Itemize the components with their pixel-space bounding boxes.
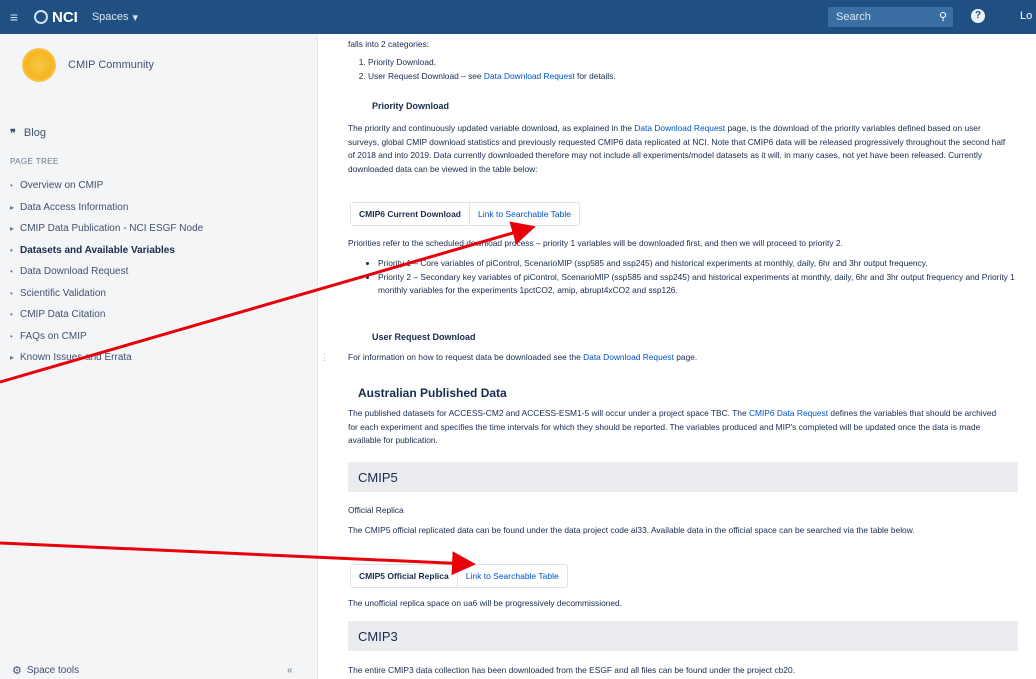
cmip3-section-heading: CMIP3 bbox=[348, 621, 1018, 651]
tree-item-known-issues[interactable]: ▸ Known Issues and Errata bbox=[10, 347, 203, 369]
priorities-paragraph: Priorities refer to the scheduled downlo… bbox=[348, 238, 843, 248]
sidebar: CMIP Community ❞ Blog PAGE TREE • Overvie… bbox=[0, 34, 318, 679]
list-item-text: Priority Download. bbox=[368, 57, 436, 67]
space-header[interactable]: CMIP Community bbox=[22, 48, 154, 82]
cmip5-replica-box: CMIP5 Official Replica Link to Searchabl… bbox=[350, 564, 568, 588]
tree-item-label: FAQs on CMIP bbox=[20, 330, 87, 342]
cmip5-paragraph: The CMIP5 official replicated data can b… bbox=[348, 525, 915, 535]
app-switcher-icon[interactable]: ≡ bbox=[0, 0, 28, 34]
official-replica-label: Official Replica bbox=[348, 505, 404, 515]
search-box[interactable]: ⚲ bbox=[828, 7, 953, 27]
cmip6-download-box: CMIP6 Current Download Link to Searchabl… bbox=[350, 202, 580, 226]
chevron-right-icon[interactable]: ▸ bbox=[10, 224, 20, 233]
cmip6-box-label: CMIP6 Current Download bbox=[351, 203, 471, 225]
priority-paragraph: The priority and continuously updated va… bbox=[348, 122, 1008, 176]
collapse-sidebar-icon[interactable]: « bbox=[287, 665, 293, 676]
cmip6-searchable-table-link[interactable]: Link to Searchable Table bbox=[470, 203, 579, 225]
bullet-icon: • bbox=[10, 245, 13, 255]
list-item-text: User Request Download – see bbox=[368, 70, 484, 81]
list-item: Priority 1 – Core variables of piControl… bbox=[378, 257, 1018, 271]
paragraph-text: page. bbox=[673, 352, 698, 362]
cmip6-data-request-link[interactable]: CMIP6 Data Request bbox=[749, 408, 828, 418]
tree-item-datasets[interactable]: • Datasets and Available Variables bbox=[10, 240, 203, 262]
bullet-icon: • bbox=[10, 288, 13, 298]
spaces-menu[interactable]: Spaces ▾ bbox=[92, 11, 138, 24]
cmip5-searchable-table-link[interactable]: Link to Searchable Table bbox=[458, 565, 567, 587]
help-icon[interactable]: ? bbox=[971, 9, 985, 23]
tree-item-data-publication[interactable]: ▸ CMIP Data Publication - NCI ESGF Node bbox=[10, 218, 203, 240]
tree-item-label: Datasets and Available Variables bbox=[20, 244, 175, 256]
list-item: Priority Download. bbox=[368, 56, 616, 70]
chevron-right-icon[interactable]: ▸ bbox=[10, 203, 20, 212]
paragraph-text: For information on how to request data b… bbox=[348, 352, 584, 362]
tree-item-download-request[interactable]: • Data Download Request bbox=[10, 261, 203, 283]
section-heading-text: CMIP3 bbox=[358, 628, 398, 644]
tree-item-label: CMIP Data Citation bbox=[20, 309, 106, 321]
chevron-right-icon[interactable]: ▸ bbox=[10, 353, 20, 362]
user-request-heading: User Request Download bbox=[372, 332, 476, 342]
cmip3-paragraph: The entire CMIP3 data collection has bee… bbox=[348, 665, 795, 675]
data-download-request-link[interactable]: Data Download Request bbox=[484, 71, 575, 81]
list-item-text: for details. bbox=[574, 70, 616, 81]
page-tree: • Overview on CMIP ▸ Data Access Informati… bbox=[10, 175, 203, 369]
search-input[interactable] bbox=[828, 10, 938, 24]
priority-bullet-list: Priority 1 – Core variables of piControl… bbox=[348, 257, 1018, 298]
australian-data-paragraph: The published datasets for ACCESS-CM2 an… bbox=[348, 407, 1008, 448]
data-download-request-link[interactable]: Data Download Request bbox=[634, 123, 725, 133]
data-download-request-link[interactable]: Data Download Request bbox=[583, 352, 674, 362]
paragraph-text: The published datasets for ACCESS-CM2 an… bbox=[348, 408, 749, 418]
bullet-icon: • bbox=[10, 267, 13, 277]
tree-item-overview[interactable]: • Overview on CMIP bbox=[10, 175, 203, 197]
tree-item-label: Known Issues and Errata bbox=[20, 352, 132, 364]
tree-item-scientific-validation[interactable]: • Scientific Validation bbox=[10, 283, 203, 305]
cmip5-box-label: CMIP5 Official Replica bbox=[351, 565, 458, 587]
list-item: User Request Download – see Data Downloa… bbox=[368, 70, 616, 84]
space-tools-button[interactable]: ⚙ Space tools bbox=[12, 664, 79, 677]
user-request-paragraph: For information on how to request data b… bbox=[348, 351, 697, 365]
top-navigation-bar: ≡ NCI Spaces ▾ ⚲ ? Lo bbox=[0, 0, 1036, 34]
sidebar-resize-handle[interactable]: ⋮ bbox=[320, 352, 329, 363]
australian-data-heading: Australian Published Data bbox=[358, 386, 507, 400]
tree-item-label: Overview on CMIP bbox=[20, 180, 104, 192]
logo-icon bbox=[34, 10, 48, 24]
blog-quote-icon: ❞ bbox=[10, 128, 16, 140]
tree-item-label: Data Access Information bbox=[20, 201, 129, 213]
logo-text: NCI bbox=[52, 8, 78, 26]
cmip5-section-heading: CMIP5 bbox=[348, 462, 1018, 492]
space-name[interactable]: CMIP Community bbox=[68, 59, 154, 71]
unofficial-replica-paragraph: The unofficial replica space on ua6 will… bbox=[348, 598, 623, 608]
search-icon[interactable]: ⚲ bbox=[939, 10, 947, 23]
list-item: Priority 2 – Secondary key variables of … bbox=[378, 271, 1018, 298]
section-heading-text: CMIP5 bbox=[358, 469, 398, 485]
page-tree-heading: PAGE TREE bbox=[10, 157, 59, 166]
bullet-icon: • bbox=[10, 310, 13, 320]
blog-link[interactable]: ❞ Blog bbox=[10, 127, 46, 140]
priority-download-heading: Priority Download bbox=[372, 101, 450, 111]
space-tools-label: Space tools bbox=[26, 665, 80, 676]
space-logo[interactable] bbox=[22, 48, 56, 82]
tree-item-label: Data Download Request bbox=[20, 266, 129, 278]
bullet-icon: • bbox=[10, 181, 13, 191]
paragraph-text: The priority and continuously updated va… bbox=[348, 123, 635, 133]
gear-icon: ⚙ bbox=[12, 665, 22, 677]
tree-item-data-access[interactable]: ▸ Data Access Information bbox=[10, 197, 203, 219]
bullet-icon: • bbox=[10, 331, 13, 341]
intro-text: falls into 2 categories: bbox=[348, 39, 430, 49]
tree-item-label: CMIP Data Publication - NCI ESGF Node bbox=[20, 223, 204, 235]
category-list: Priority Download. User Request Download… bbox=[348, 56, 616, 83]
chevron-down-icon: ▾ bbox=[132, 11, 139, 24]
spaces-label: Spaces bbox=[91, 11, 129, 23]
tree-item-data-citation[interactable]: • CMIP Data Citation bbox=[10, 304, 203, 326]
tree-item-faqs[interactable]: • FAQs on CMIP bbox=[10, 326, 203, 348]
blog-label: Blog bbox=[23, 127, 46, 139]
nci-logo[interactable]: NCI bbox=[34, 9, 78, 26]
tree-item-label: Scientific Validation bbox=[20, 287, 106, 299]
login-link[interactable]: Lo bbox=[1020, 10, 1032, 22]
